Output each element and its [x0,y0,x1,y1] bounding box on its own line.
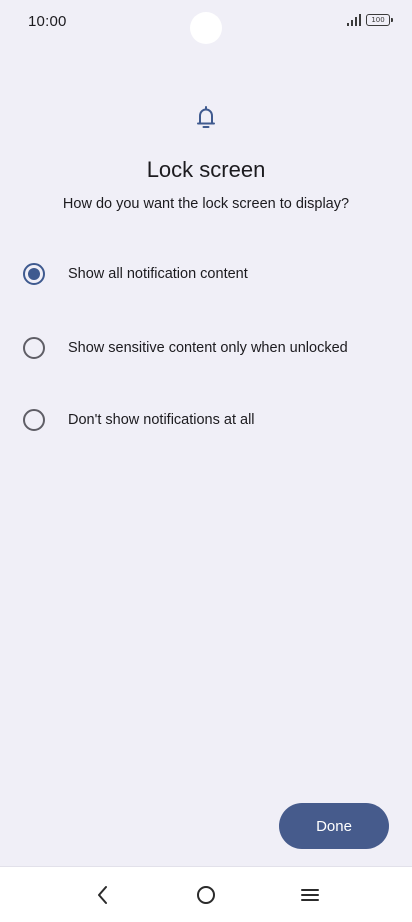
home-circle-icon[interactable] [192,881,220,909]
header: Lock screen How do you want the lock scr… [0,104,412,212]
option-label: Don't show notifications at all [68,412,255,428]
option-sensitive-when-unlocked[interactable]: Show sensitive content only when unlocke… [0,324,412,372]
back-chevron-icon[interactable] [89,881,117,909]
radio-unselected-icon[interactable] [23,337,45,359]
menu-lines-icon[interactable] [296,881,324,909]
status-bar: 10:00 100 [0,0,412,48]
signal-bars-icon [347,14,361,26]
status-time: 10:00 [28,13,67,30]
page-subtitle: How do you want the lock screen to displ… [62,196,350,212]
bell-icon [197,106,215,128]
done-button[interactable]: Done [279,803,389,849]
option-label: Show all notification content [68,266,248,282]
navigation-bar [0,866,412,922]
option-show-all[interactable]: Show all notification content [0,250,412,298]
battery-icon: 100 [366,14,393,26]
radio-unselected-icon[interactable] [23,409,45,431]
page-title: Lock screen [146,157,266,182]
status-icons: 100 [346,14,393,26]
option-dont-show[interactable]: Don't show notifications at all [0,396,412,444]
camera-cutout [190,12,222,44]
option-label: Show sensitive content only when unlocke… [68,340,348,356]
radio-selected-icon[interactable] [23,263,45,285]
